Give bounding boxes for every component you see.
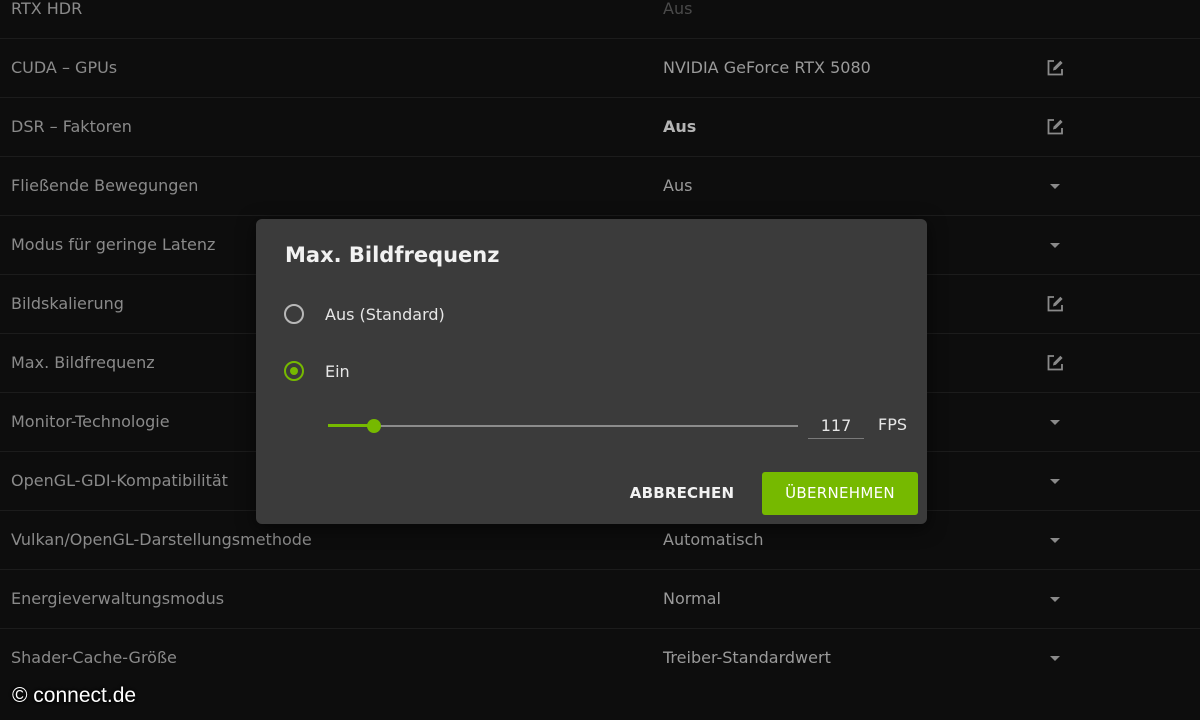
- radio-off-icon[interactable]: [284, 304, 304, 324]
- fps-unit-label: FPS: [878, 415, 908, 434]
- setting-label: Modus für geringe Latenz: [11, 235, 216, 254]
- settings-page: RTX HDR Aus CUDA – GPUs NVIDIA GeForce RTX …: [0, 0, 1200, 720]
- dropdown-arrow: [1050, 419, 1060, 425]
- setting-label: DSR – Faktoren: [11, 117, 132, 136]
- dropdown-arrow: [1050, 655, 1060, 661]
- chevron-down-icon[interactable]: [1043, 174, 1067, 198]
- slider-thumb[interactable]: [367, 419, 381, 433]
- setting-row[interactable]: DSR – Faktoren Aus: [0, 97, 1200, 156]
- chevron-down-icon[interactable]: [1043, 469, 1067, 493]
- chevron-down-icon[interactable]: [1043, 233, 1067, 257]
- slider-track[interactable]: [328, 425, 798, 427]
- setting-value: Aus: [663, 0, 693, 18]
- chevron-down-icon[interactable]: [1043, 528, 1067, 552]
- cancel-button[interactable]: ABBRECHEN: [624, 472, 740, 515]
- dropdown-arrow: [1050, 183, 1060, 189]
- setting-label: Bildskalierung: [11, 294, 124, 313]
- edit-icon[interactable]: [1043, 351, 1067, 375]
- setting-value: Aus: [663, 176, 693, 195]
- edit-icon[interactable]: [1043, 115, 1067, 139]
- setting-row[interactable]: RTX HDR Aus: [0, 0, 1200, 38]
- dropdown-arrow: [1050, 242, 1060, 248]
- setting-label: RTX HDR: [11, 0, 83, 18]
- radio-on-icon[interactable]: [284, 361, 304, 381]
- watermark: © connect.de: [12, 684, 137, 707]
- apply-button[interactable]: ÜBERNEHMEN: [762, 472, 918, 515]
- setting-value: Aus: [663, 117, 697, 136]
- setting-label: Shader-Cache-Größe: [11, 648, 177, 667]
- chevron-down-icon[interactable]: [1043, 646, 1067, 670]
- max-framerate-dialog: Max. Bildfrequenz Aus (Standard) Ein FPS…: [256, 219, 927, 524]
- setting-value: Treiber-Standardwert: [663, 648, 831, 667]
- edit-icon[interactable]: [1043, 292, 1067, 316]
- radio-label-on: Ein: [325, 361, 350, 381]
- setting-label: CUDA – GPUs: [11, 58, 118, 77]
- setting-row[interactable]: Energieverwaltungsmodus Normal: [0, 569, 1200, 628]
- radio-option-on[interactable]: Ein: [284, 358, 350, 384]
- radio-label-off: Aus (Standard): [325, 304, 445, 324]
- fps-input[interactable]: [808, 412, 864, 439]
- edit-icon[interactable]: [1043, 56, 1067, 80]
- setting-value: NVIDIA GeForce RTX 5080: [663, 58, 871, 77]
- setting-row[interactable]: Shader-Cache-Größe Treiber-Standardwert: [0, 628, 1200, 687]
- setting-label: Fließende Bewegungen: [11, 176, 199, 195]
- setting-label: Energieverwaltungsmodus: [11, 589, 225, 608]
- framerate-slider[interactable]: [328, 418, 798, 434]
- chevron-down-icon[interactable]: [1043, 587, 1067, 611]
- setting-label: OpenGL-GDI-Kompatibilität: [11, 471, 228, 490]
- dropdown-arrow: [1050, 478, 1060, 484]
- setting-row[interactable]: CUDA – GPUs NVIDIA GeForce RTX 5080: [0, 38, 1200, 97]
- setting-label: Monitor-Technologie: [11, 412, 170, 431]
- setting-row[interactable]: Fließende Bewegungen Aus: [0, 156, 1200, 215]
- setting-label: Max. Bildfrequenz: [11, 353, 155, 372]
- dropdown-arrow: [1050, 596, 1060, 602]
- setting-value: Normal: [663, 589, 721, 608]
- dropdown-arrow: [1050, 537, 1060, 543]
- radio-option-off[interactable]: Aus (Standard): [284, 301, 445, 327]
- dialog-title: Max. Bildfrequenz: [285, 243, 500, 267]
- chevron-down-icon[interactable]: [1043, 410, 1067, 434]
